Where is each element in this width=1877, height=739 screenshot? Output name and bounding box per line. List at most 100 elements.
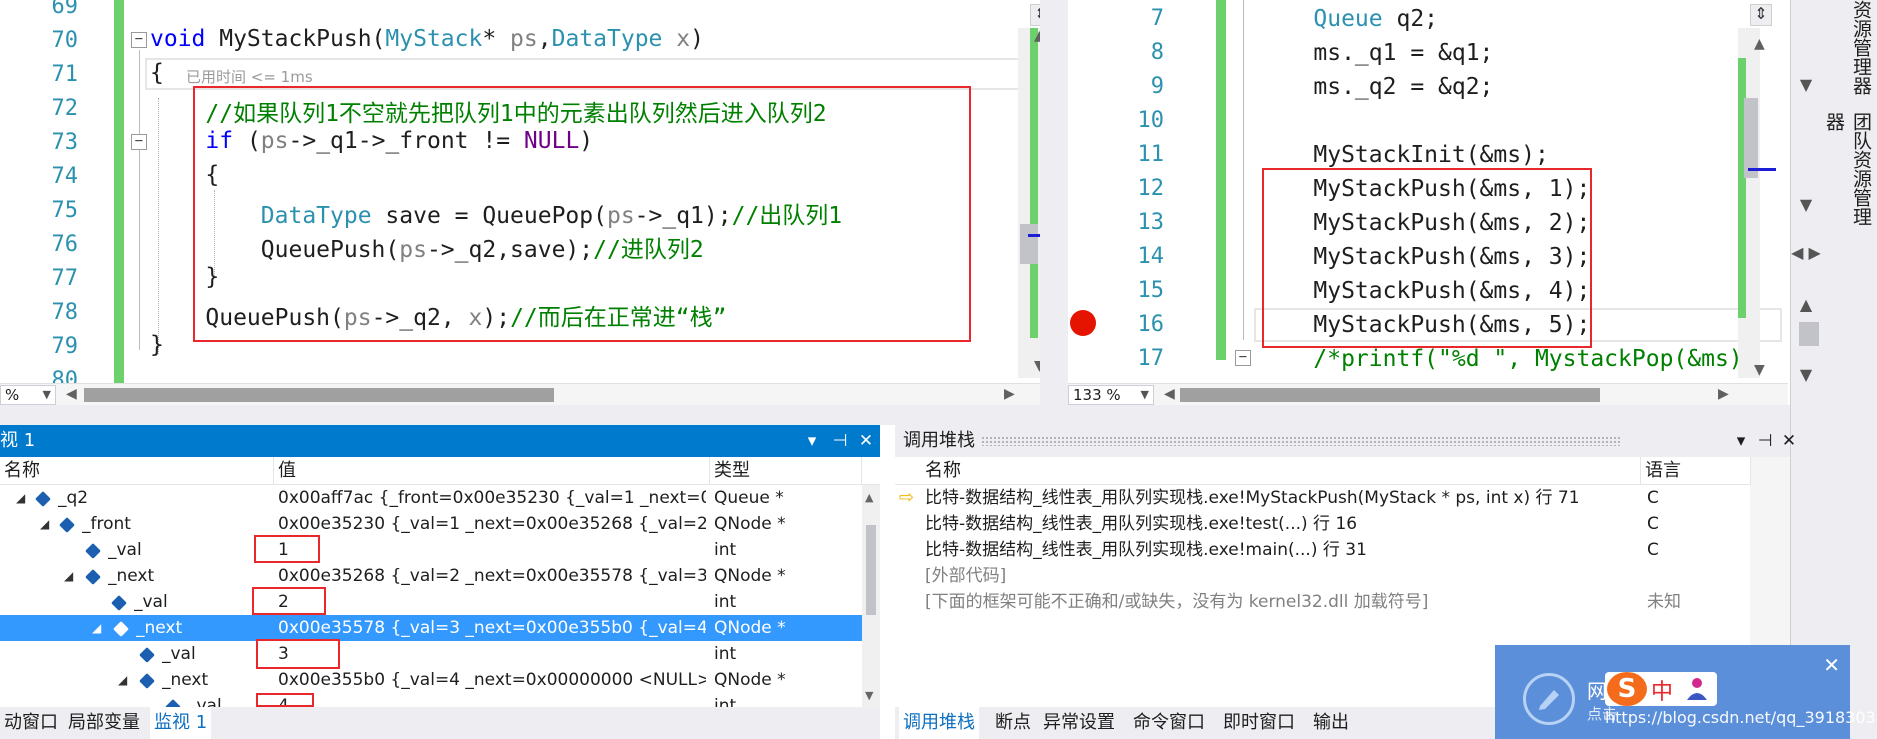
row-name: _next: [108, 566, 155, 586]
code-line-11[interactable]: MyStackInit(&ms);: [1258, 142, 1548, 168]
user-icon[interactable]: [1685, 676, 1709, 702]
pin-icon[interactable]: ⊣: [1753, 429, 1777, 453]
scroll-thumb[interactable]: [1744, 98, 1758, 178]
scroll-right-arrow[interactable]: ▶: [1718, 386, 1729, 402]
editor-splitter[interactable]: [1040, 0, 1068, 405]
row-type: Queue *: [714, 488, 784, 508]
tab-breakpoints[interactable]: 断点: [991, 707, 1035, 739]
split-window-button[interactable]: ⇕: [1030, 4, 1040, 26]
chevron-down-icon[interactable]: ▼: [1791, 70, 1821, 100]
dropdown-icon[interactable]: ▾: [1729, 429, 1753, 453]
vertical-scrollbar[interactable]: [1738, 28, 1760, 378]
scroll-thumb[interactable]: [1180, 388, 1600, 402]
stack-frame-row[interactable]: [外部代码]: [895, 563, 1750, 589]
column-header-value[interactable]: 值: [274, 457, 710, 485]
code-line-17[interactable]: /*printf("%d ", MystackPop(&ms): [1258, 346, 1742, 372]
scroll-thumb[interactable]: [1020, 224, 1038, 264]
row-type: QNode *: [714, 514, 786, 534]
scroll-down-arrow[interactable]: ▼: [1754, 362, 1765, 378]
tab-output[interactable]: 输出: [1309, 707, 1353, 739]
stack-frame-row[interactable]: ⇨ 比特-数据结构_线性表_用队列实现栈.exe!MyStackPush(MyS…: [895, 485, 1750, 511]
dropdown-icon[interactable]: ▾: [800, 429, 824, 453]
expanded-arrow-icon[interactable]: ◢: [92, 615, 101, 641]
scroll-up-arrow[interactable]: ▲: [1754, 36, 1765, 52]
table-row[interactable]: ◢ _next 0x00e355b0 {_val=4 _next=0x00000…: [0, 667, 862, 693]
watch-title-bar[interactable]: 视 1 ▾ ⊣ ✕: [0, 425, 880, 457]
collapse-toggle[interactable]: −: [1235, 350, 1251, 366]
stack-frame-row[interactable]: 比特-数据结构_线性表_用队列实现栈.exe!main(...) 行 31 C: [895, 537, 1750, 563]
scroll-right-arrow[interactable]: ▶: [1004, 386, 1015, 402]
annotation-rectangle: [1262, 168, 1592, 348]
code-editor-right[interactable]: 7 8 9 10 11 12 13 14 15 16 17 − Queue q2…: [1068, 0, 1788, 405]
vertical-scrollbar[interactable]: [1018, 28, 1040, 378]
horizontal-scrollbar[interactable]: 133 % ▼ ◀ ▶: [1068, 383, 1788, 405]
close-icon[interactable]: ✕: [1777, 429, 1801, 453]
horizontal-splitter[interactable]: [0, 405, 1790, 425]
code-line-71[interactable]: {: [150, 60, 164, 86]
tab-immediate-window[interactable]: 即时窗口: [1219, 707, 1299, 739]
column-header-name[interactable]: 名称: [0, 457, 274, 485]
expanded-arrow-icon[interactable]: ◢: [16, 485, 25, 511]
ime-language-indicator[interactable]: 中: [1651, 674, 1673, 706]
collapse-toggle[interactable]: −: [131, 32, 147, 48]
collapse-toggle[interactable]: −: [131, 134, 147, 150]
scroll-thumb[interactable]: [1799, 322, 1819, 346]
chevron-down-icon[interactable]: ▼: [1791, 190, 1821, 220]
scroll-thumb[interactable]: [866, 525, 876, 615]
line-number: 14: [1137, 244, 1165, 269]
stack-frame-row[interactable]: 比特-数据结构_线性表_用队列实现栈.exe!test(...) 行 16 C: [895, 511, 1750, 537]
table-row[interactable]: _val 1 int: [0, 537, 862, 563]
frame-name: [下面的框架可能不正确和/或缺失，没有为 kernel32.dll 加载符号]: [925, 592, 1429, 612]
scroll-left-arrow[interactable]: ◀: [1164, 386, 1175, 402]
vertical-scrollbar[interactable]: ▲ ▼: [862, 485, 880, 707]
tab-command-window[interactable]: 命令窗口: [1129, 707, 1209, 739]
stack-frame-row[interactable]: [下面的框架可能不正确和/或缺失，没有为 kernel32.dll 加载符号] …: [895, 589, 1750, 615]
tab-locals[interactable]: 局部变量: [64, 707, 144, 739]
tab-watch-1[interactable]: 监视 1: [150, 707, 212, 739]
tab-exception-settings[interactable]: 异常设置: [1039, 707, 1119, 739]
table-row[interactable]: ◢ _q2 0x00aff7ac {_front=0x00e35230 {_va…: [0, 485, 862, 511]
close-icon[interactable]: ✕: [854, 429, 878, 453]
table-row-selected[interactable]: ◢ _next 0x00e35578 {_val=3 _next=0x00e35…: [0, 615, 862, 641]
zoom-dropdown[interactable]: % ▼: [0, 385, 56, 405]
zoom-dropdown[interactable]: 133 % ▼: [1068, 385, 1154, 405]
code-line-7[interactable]: Queue q2;: [1258, 6, 1438, 32]
object-icon: [85, 569, 101, 585]
code-line-8[interactable]: ms._q1 = &q1;: [1258, 40, 1493, 66]
split-window-button[interactable]: ⇕: [1750, 4, 1772, 26]
table-row[interactable]: ◢ _front 0x00e35230 {_val=1 _next=0x00e3…: [0, 511, 862, 537]
code-editor-left[interactable]: 69 70 71 72 73 74 75 76 77 78 79 80 − − …: [0, 0, 1040, 405]
table-row[interactable]: _val 2 int: [0, 589, 862, 615]
code-line-79[interactable]: }: [150, 332, 164, 358]
expanded-arrow-icon[interactable]: ◢: [64, 563, 73, 589]
tab-autos[interactable]: 动窗口: [0, 707, 62, 739]
scroll-down-arrow[interactable]: ▼: [865, 689, 873, 702]
table-row[interactable]: _val 4 int: [0, 693, 862, 707]
expanded-arrow-icon[interactable]: ◢: [40, 511, 49, 537]
horizontal-scrollbar[interactable]: % ▼ ◀ ▶: [0, 383, 1040, 405]
chevron-up-icon[interactable]: ▲: [1791, 290, 1821, 320]
expanded-arrow-icon[interactable]: ◢: [118, 667, 127, 693]
sogou-logo-icon[interactable]: S: [1607, 672, 1647, 706]
code-line-70[interactable]: void MyStackPush(MyStack* ps,DataType x): [150, 26, 704, 52]
column-header-type[interactable]: 类型: [710, 457, 862, 485]
current-frame-arrow-icon: ⇨: [899, 487, 915, 508]
pane-nav-arrows[interactable]: ◀ ▶: [1791, 238, 1821, 268]
table-row[interactable]: ◢ _next 0x00e35268 {_val=2 _next=0x00e35…: [0, 563, 862, 589]
chevron-down-icon[interactable]: ▼: [1791, 360, 1821, 390]
breakpoint-icon[interactable]: [1070, 310, 1096, 336]
pin-icon[interactable]: ⊣: [828, 429, 852, 453]
side-tab-team-explorer[interactable]: 团队资源管理器: [1823, 112, 1875, 242]
scroll-left-arrow[interactable]: ◀: [66, 386, 77, 402]
close-icon[interactable]: ✕: [1823, 653, 1840, 677]
table-row[interactable]: _val 3 int: [0, 641, 862, 667]
side-tab-solution-explorer[interactable]: 资源管理器: [1841, 0, 1875, 100]
ime-toolbar[interactable]: S 中: [1605, 672, 1717, 706]
column-header-language[interactable]: 语言: [1641, 457, 1751, 485]
column-header-name[interactable]: 名称: [921, 457, 1641, 485]
scroll-up-arrow[interactable]: ▲: [865, 491, 873, 504]
callstack-title-bar[interactable]: 调用堆栈 ▾ ⊣ ✕: [895, 425, 1796, 457]
scroll-thumb[interactable]: [84, 388, 554, 402]
code-line-9[interactable]: ms._q2 = &q2;: [1258, 74, 1493, 100]
tab-call-stack[interactable]: 调用堆栈: [899, 707, 979, 739]
